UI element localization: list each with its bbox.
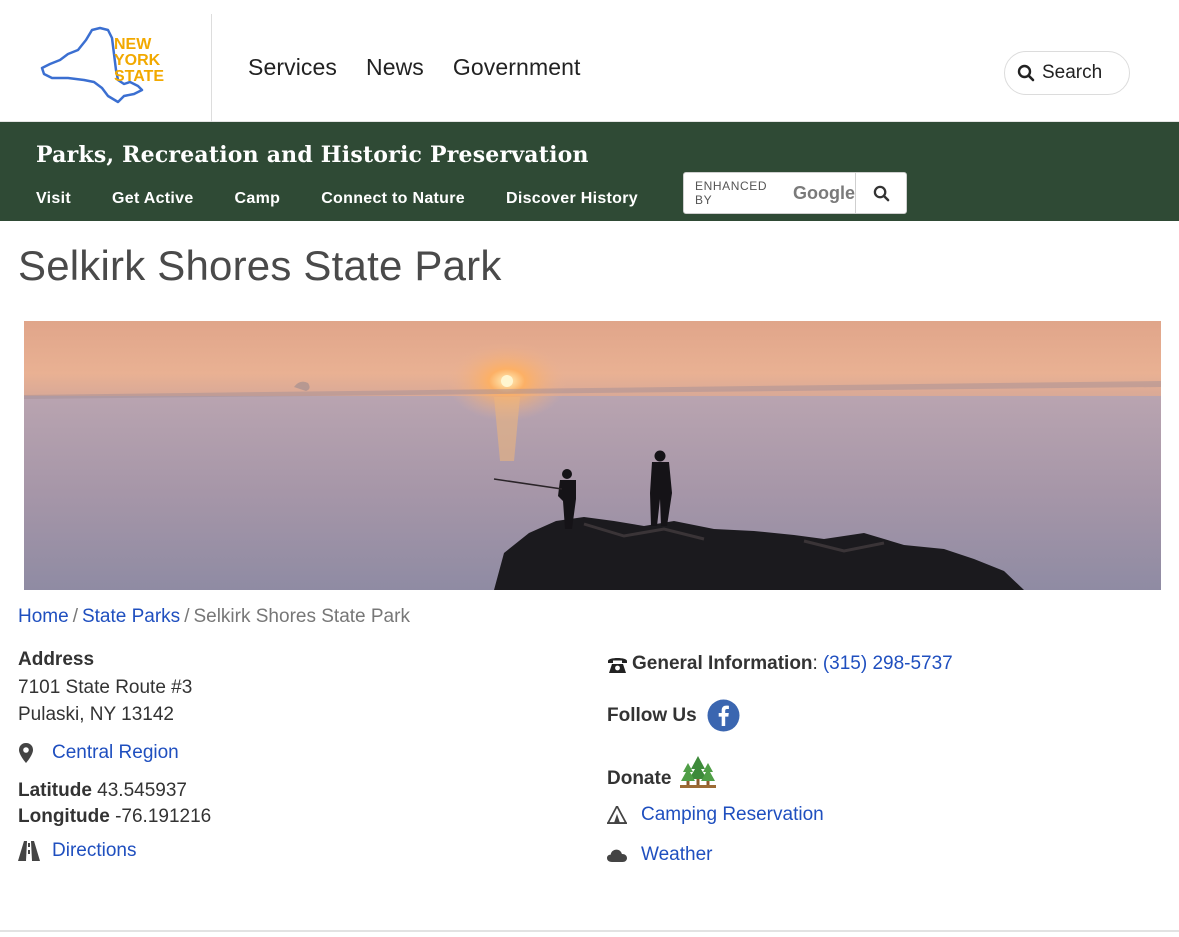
svg-text:STATE: STATE: [114, 68, 164, 85]
search-icon: [873, 185, 889, 201]
enhanced-by-label: ENHANCED BY: [695, 179, 768, 207]
weather-row: Weather: [607, 844, 1167, 866]
region-row: Central Region: [18, 742, 578, 764]
breadcrumb-separator: /: [184, 606, 190, 627]
page-title: Selkirk Shores State Park: [18, 242, 502, 289]
facebook-icon[interactable]: [707, 699, 740, 732]
latitude-value: 43.545937: [97, 780, 187, 801]
svg-text:NEW: NEW: [114, 36, 152, 53]
region-link[interactable]: Central Region: [52, 742, 179, 764]
general-info-label: General Information: [632, 653, 813, 674]
weather-link[interactable]: Weather: [641, 844, 712, 866]
address-label: Address: [18, 649, 95, 670]
longitude-value: -76.191216: [115, 806, 212, 827]
directions-row: Directions: [18, 840, 578, 862]
sunset-fishing-image: [24, 321, 1161, 590]
directions-link[interactable]: Directions: [52, 840, 136, 862]
global-search-button[interactable]: Search: [1004, 51, 1130, 95]
follow-row: Follow Us: [607, 699, 1167, 732]
follow-label: Follow Us: [607, 704, 697, 726]
breadcrumb-separator: /: [72, 606, 78, 627]
tent-icon: [607, 806, 641, 824]
logo-divider: [211, 14, 212, 122]
google-search-input[interactable]: ENHANCED BY Google: [684, 173, 856, 213]
svg-text:YORK: YORK: [114, 52, 161, 69]
camping-row: Camping Reservation: [607, 804, 1167, 826]
coordinates: Latitude 43.545937 Longitude -76.191216: [18, 778, 578, 830]
global-header: NEW YORK STATE Services News Government …: [0, 0, 1179, 122]
nys-logo-icon: NEW YORK STATE: [40, 26, 164, 104]
search-icon: [1017, 64, 1035, 82]
agency-nav-connect-to-nature[interactable]: Connect to Nature: [321, 190, 465, 208]
agency-title[interactable]: Parks, Recreation and Historic Preservat…: [36, 142, 589, 168]
google-search-button[interactable]: [856, 173, 906, 213]
breadcrumb-state-parks[interactable]: State Parks: [82, 606, 180, 627]
section-divider: [0, 930, 1179, 932]
longitude-label: Longitude: [18, 806, 110, 827]
nav-news[interactable]: News: [366, 54, 424, 81]
breadcrumb-current: Selkirk Shores State Park: [193, 606, 410, 627]
google-search-box: ENHANCED BY Google: [683, 172, 907, 214]
trees-icon[interactable]: [680, 755, 717, 789]
address-line-1: 7101 State Route #3: [18, 677, 193, 698]
agency-nav-camp[interactable]: Camp: [235, 190, 281, 208]
hero-image: [24, 321, 1161, 590]
cloud-icon: [607, 849, 641, 862]
nav-services[interactable]: Services: [248, 54, 337, 81]
camping-reservation-link[interactable]: Camping Reservation: [641, 804, 824, 826]
breadcrumb-home[interactable]: Home: [18, 606, 69, 627]
search-label: Search: [1042, 62, 1103, 83]
donate-label: Donate: [607, 768, 672, 789]
google-label: Google: [793, 182, 855, 203]
nys-logo[interactable]: NEW YORK STATE: [38, 24, 174, 108]
donate-row: Donate: [607, 754, 1167, 790]
nav-government[interactable]: Government: [453, 54, 581, 81]
latitude-label: Latitude: [18, 780, 92, 801]
agency-nav-get-active[interactable]: Get Active: [112, 190, 194, 208]
agency-nav-discover-history[interactable]: Discover History: [506, 190, 638, 208]
global-nav: Services News Government: [248, 54, 580, 81]
road-icon: [18, 841, 52, 861]
park-contact: General Information: (315) 298-5737 Foll…: [607, 648, 1167, 866]
map-marker-icon: [18, 743, 52, 763]
general-info-row: General Information: (315) 298-5737: [607, 653, 1167, 675]
phone-icon: [607, 655, 632, 674]
breadcrumb: Home / State Parks / Selkirk Shores State Pa…: [18, 606, 410, 628]
agency-nav: Visit Get Active Camp Connect to Nature …: [36, 190, 679, 208]
address-line-2: Pulaski, NY 13142: [18, 704, 174, 725]
agency-nav-visit[interactable]: Visit: [36, 190, 71, 208]
phone-link[interactable]: (315) 298-5737: [823, 653, 953, 675]
park-details: Address 7101 State Route #3 Pulaski, NY …: [18, 648, 578, 862]
